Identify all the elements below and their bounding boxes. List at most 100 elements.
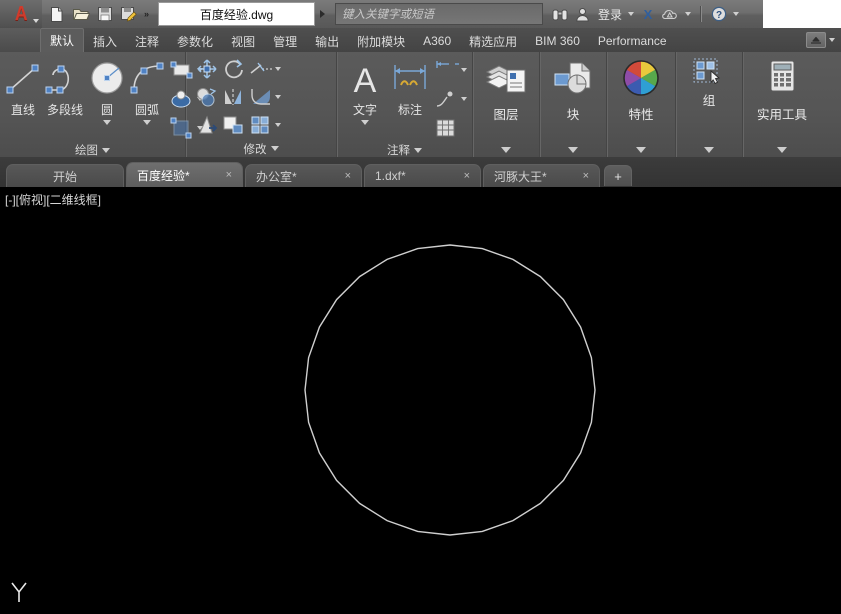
tab-view[interactable]: 视图 <box>222 30 264 52</box>
tab-bim360[interactable]: BIM 360 <box>526 30 589 52</box>
fillet-icon[interactable] <box>248 84 274 110</box>
help-question-icon[interactable]: ? <box>711 6 727 22</box>
panel-block-chevron-down-icon[interactable] <box>568 147 578 153</box>
move-icon[interactable] <box>194 56 220 82</box>
document-title-dropdown-icon[interactable] <box>315 3 329 25</box>
window-controls <box>763 0 841 28</box>
signin-label[interactable]: 登录 <box>598 6 622 23</box>
minimize-ribbon-icon[interactable] <box>806 32 826 48</box>
search-input[interactable]: 键入关键字或短语 <box>335 3 544 25</box>
panel-annotation-chevron-down-icon[interactable] <box>414 147 422 153</box>
trim-icon[interactable] <box>248 56 274 82</box>
stretch-icon[interactable] <box>194 112 220 138</box>
panel-annotation-body: A 文字 标注 <box>337 52 472 142</box>
panel-layers-chevron-down-icon[interactable] <box>501 147 511 153</box>
line-icon <box>3 58 43 100</box>
doctab-hetundawang-label: 河豚大王* <box>494 169 547 184</box>
tool-text[interactable]: A 文字 <box>343 56 387 125</box>
doctab-1dxf[interactable]: 1.dxf* × <box>364 164 481 187</box>
ribbon-minimize-chevron-down-icon[interactable] <box>829 38 835 42</box>
close-icon[interactable]: × <box>339 170 351 182</box>
tool-text-chevron-down-icon[interactable] <box>361 120 369 125</box>
tool-circle[interactable]: 圆 <box>87 56 127 125</box>
new-tab-button[interactable]: + <box>604 165 632 186</box>
tab-manage[interactable]: 管理 <box>264 30 306 52</box>
drawing-canvas[interactable]: [-][俯视][二维线框] 溜溜自学 ZIXUE.3D66.COM <box>0 187 841 614</box>
panel-draw-title[interactable]: 绘图 <box>0 142 185 158</box>
title-bar: A » 百度经验.dwg 键入关键字或短语 登录 X ? <box>0 0 841 29</box>
panel-modify-chevron-down-icon[interactable] <box>270 146 279 151</box>
close-icon[interactable]: × <box>458 170 470 182</box>
new-file-icon[interactable] <box>46 4 67 25</box>
tool-dimension[interactable]: 标注 <box>387 56 433 118</box>
a360-chevron-down-icon[interactable] <box>685 12 692 16</box>
tab-output[interactable]: 输出 <box>306 30 348 52</box>
panel-draw-body: 直线 多段线 圆 圆弧 <box>0 52 203 142</box>
panel-utilities[interactable]: 实用工具 <box>743 52 821 157</box>
scale-icon[interactable] <box>221 112 247 138</box>
mirror-icon[interactable] <box>221 84 247 110</box>
array-icon[interactable] <box>248 112 274 138</box>
trim-chevron-down-icon[interactable] <box>275 67 281 71</box>
a360-cloud-icon[interactable] <box>662 7 679 22</box>
close-icon[interactable]: × <box>220 169 232 181</box>
application-menu-button[interactable]: A <box>0 0 42 28</box>
copy-icon[interactable] <box>194 84 220 110</box>
array-chevron-down-icon[interactable] <box>275 123 281 127</box>
rotate-icon[interactable] <box>221 56 247 82</box>
panel-annotation-title[interactable]: 注释 <box>337 142 472 158</box>
tab-addins[interactable]: 附加模块 <box>348 30 414 52</box>
panel-utilities-chevron-down-icon[interactable] <box>777 147 787 153</box>
tool-arc[interactable]: 圆弧 <box>127 56 167 125</box>
tool-line[interactable]: 直线 <box>3 56 43 118</box>
tab-default[interactable]: 默认 <box>40 28 85 52</box>
multileader-chevron-down-icon[interactable] <box>461 97 467 101</box>
tool-circle-chevron-down-icon[interactable] <box>103 120 111 125</box>
tool-leader2-row[interactable] <box>433 85 467 113</box>
fillet-chevron-down-icon[interactable] <box>275 95 281 99</box>
tool-leader-row[interactable] <box>433 56 467 84</box>
panel-group-chevron-down-icon[interactable] <box>704 147 714 153</box>
panel-draw: 直线 多段线 圆 圆弧 绘图 <box>0 52 203 158</box>
signin-chevron-down-icon[interactable] <box>628 12 635 16</box>
panel-layers[interactable]: 图层 <box>473 52 540 157</box>
doctab-office[interactable]: 办公室* × <box>245 164 362 187</box>
doctab-start[interactable]: 开始 <box>6 164 124 187</box>
save-as-icon[interactable] <box>118 4 139 25</box>
tool-polyline[interactable]: 多段线 <box>43 56 87 118</box>
panel-draw-chevron-down-icon[interactable] <box>102 147 110 153</box>
panel-properties[interactable]: 特性 <box>607 52 676 157</box>
tab-a360[interactable]: A360 <box>414 30 460 52</box>
group-icon <box>692 52 726 90</box>
panel-group[interactable]: 组 <box>676 52 743 157</box>
close-button[interactable] <box>815 0 841 28</box>
calculator-icon <box>762 52 802 102</box>
tab-performance[interactable]: Performance <box>589 30 676 52</box>
panel-block[interactable]: 块 <box>540 52 607 157</box>
person-icon[interactable] <box>575 7 590 22</box>
doctab-hetundawang[interactable]: 河豚大王* × <box>483 164 600 187</box>
minimize-button[interactable] <box>763 0 789 28</box>
maximize-button[interactable] <box>789 0 815 28</box>
leader-chevron-down-icon[interactable] <box>461 68 467 72</box>
binoculars-icon[interactable] <box>551 7 569 22</box>
open-file-icon[interactable] <box>70 4 91 25</box>
tab-parametric[interactable]: 参数化 <box>168 30 222 52</box>
tab-featured-apps[interactable]: 精选应用 <box>460 30 526 52</box>
tab-annotate[interactable]: 注释 <box>126 30 168 52</box>
ucs-y-axis-icon <box>6 579 36 610</box>
doctab-baidujingyan[interactable]: 百度经验* × <box>126 162 243 187</box>
panel-modify-title[interactable]: 修改 <box>186 140 336 157</box>
tool-arc-chevron-down-icon[interactable] <box>143 120 151 125</box>
autodesk-exchange-x-icon[interactable]: X <box>640 7 656 22</box>
table-icon <box>433 115 459 141</box>
tool-table-row[interactable] <box>433 114 467 142</box>
help-chevron-down-icon[interactable] <box>733 12 740 16</box>
panel-properties-chevron-down-icon[interactable] <box>636 147 646 153</box>
close-icon[interactable]: × <box>577 170 589 182</box>
svg-text:A: A <box>354 62 377 99</box>
qat-overflow-icon[interactable]: » <box>142 9 149 19</box>
chevron-down-icon[interactable] <box>33 19 39 23</box>
save-icon[interactable] <box>94 4 115 25</box>
tab-insert[interactable]: 插入 <box>84 30 126 52</box>
